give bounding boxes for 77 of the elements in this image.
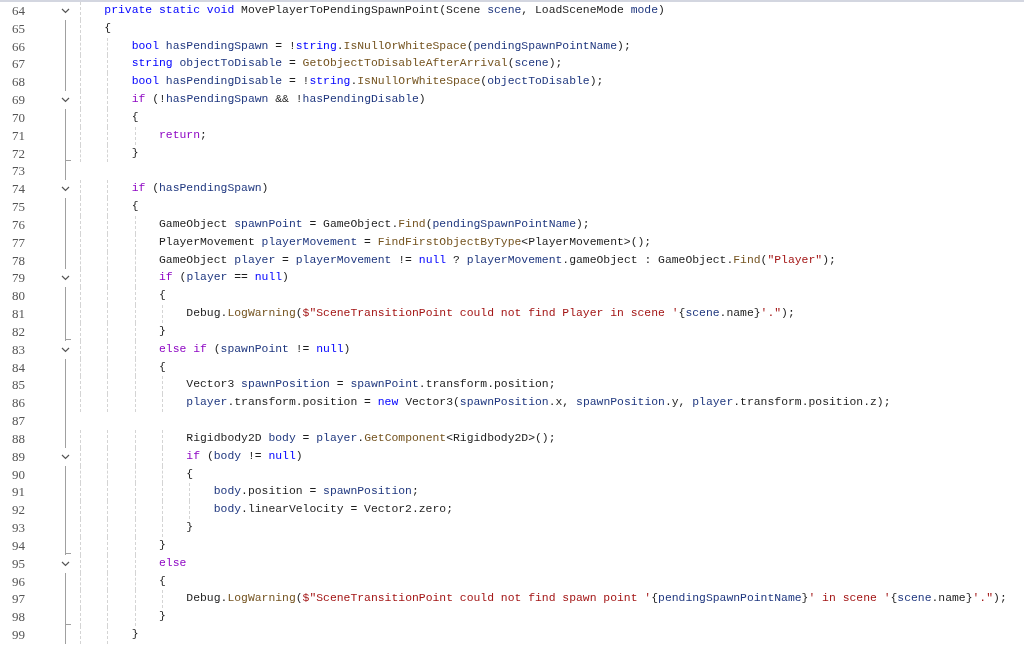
line-number: 94 <box>11 536 25 555</box>
code-line: if (hasPendingSpawn) <box>130 182 269 195</box>
chevron-icon[interactable] <box>61 560 70 567</box>
line-number: 81 <box>11 305 25 323</box>
code-line: { <box>103 21 112 34</box>
line-number: 73 <box>11 162 25 181</box>
code-line: { <box>185 467 194 480</box>
line-number: 70 <box>11 108 25 127</box>
line-number: 99 <box>11 626 25 644</box>
code-line: else <box>158 556 187 569</box>
line-number: 66 <box>11 37 25 56</box>
code-line: } <box>130 628 139 640</box>
line-number: 95 <box>11 554 25 573</box>
line-number: 74 <box>11 180 25 199</box>
line-number: 71 <box>11 126 25 145</box>
code-line: { <box>158 360 166 373</box>
code-line: if (player == null) <box>158 271 289 284</box>
code-line: PlayerMovement playerMovement = FindFirstObjectByType<PlayerMovement>(); <box>158 235 652 248</box>
code-line: GameObject player = playerMovement != null ? playerMovement.gameObject : GameObject.Find("Player"); <box>158 253 836 266</box>
line-number: 83 <box>11 340 25 359</box>
code-line: Rigidbody2D body = player.GetComponent<Rigidbody2D>(); <box>185 431 556 444</box>
code-line: if (!hasPendingSpawn && !hasPendingDisable) <box>130 93 426 106</box>
line-number: 82 <box>11 322 25 341</box>
line-number: 65 <box>11 19 25 38</box>
line-number: 78 <box>11 251 25 270</box>
code-line: } <box>158 538 166 551</box>
code-line: { <box>158 574 166 587</box>
code-line: } <box>130 146 139 159</box>
line-number: 72 <box>11 144 25 163</box>
line-number: 89 <box>11 447 25 466</box>
code-line: GameObject spawnPoint = GameObject.Find(pendingSpawnPointName); <box>158 217 590 230</box>
line-number: 85 <box>11 376 25 395</box>
code-line: { <box>130 110 139 123</box>
line-number: 88 <box>11 429 25 448</box>
line-number: 87 <box>11 412 25 430</box>
chevron-icon[interactable] <box>61 97 70 104</box>
code-line: else if (spawnPoint != null) <box>158 342 351 355</box>
chevron-icon[interactable] <box>61 8 70 14</box>
code-line: bool hasPendingDisable = !string.IsNullOrWhiteSpace(objectToDisable); <box>130 75 604 88</box>
line-number: 79 <box>11 269 25 288</box>
code-line: Vector3 spawnPosition = spawnPoint.transform.position; <box>185 378 556 391</box>
code-line: { <box>158 289 166 302</box>
code-line: string objectToDisable = GetObjectToDisableAfterArrival(scene); <box>130 57 563 70</box>
line-number: 93 <box>11 519 25 537</box>
line-number: 64 <box>11 2 25 20</box>
line-number: 91 <box>11 483 25 502</box>
code-line: Debug.LogWarning($"SceneTransitionPoint could not find spawn point '{pendingSpawnPointName}' in scene '{scene.name}'."); <box>185 592 1007 605</box>
line-number: 84 <box>11 358 25 377</box>
chevron-icon[interactable] <box>61 346 70 353</box>
code-line: } <box>185 521 194 533</box>
line-number: 98 <box>11 608 25 626</box>
chevron-icon[interactable] <box>61 186 70 193</box>
code-line: return; <box>158 128 207 141</box>
code-line: body.linearVelocity = Vector2.zero; <box>212 503 453 516</box>
line-number: 92 <box>11 501 25 519</box>
line-number: 97 <box>11 590 25 609</box>
code-line: private static void MovePlayerToPendingSpawnPoint(Scene scene, LoadSceneMode mode) <box>103 4 665 16</box>
line-number: 77 <box>11 233 25 252</box>
code-line: { <box>130 200 139 213</box>
code-line: body.position = spawnPosition; <box>212 485 419 498</box>
line-number: 67 <box>11 55 25 74</box>
line-number: 76 <box>11 215 25 234</box>
line-number: 90 <box>11 465 25 484</box>
line-number: 69 <box>11 91 25 109</box>
code-line: Debug.LogWarning($"SceneTransitionPoint could not find Player in scene '{scene.name}'."); <box>185 307 795 320</box>
code-line: bool hasPendingSpawn = !string.IsNullOrWhiteSpace(pendingSpawnPointName); <box>130 39 631 52</box>
line-number: 68 <box>11 73 25 92</box>
line-number: 96 <box>11 572 25 591</box>
code-line: } <box>158 610 166 623</box>
line-number: 80 <box>11 287 25 306</box>
code-line: player.transform.position = new Vector3(spawnPosition.x, spawnPosition.y, player.transform.position.z); <box>185 396 891 409</box>
code-line: } <box>158 324 166 337</box>
code-line: if (body != null) <box>185 449 303 462</box>
line-number: 75 <box>11 198 25 216</box>
chevron-icon[interactable] <box>61 275 70 282</box>
line-number: 86 <box>11 394 25 413</box>
chevron-icon[interactable] <box>61 453 70 460</box>
